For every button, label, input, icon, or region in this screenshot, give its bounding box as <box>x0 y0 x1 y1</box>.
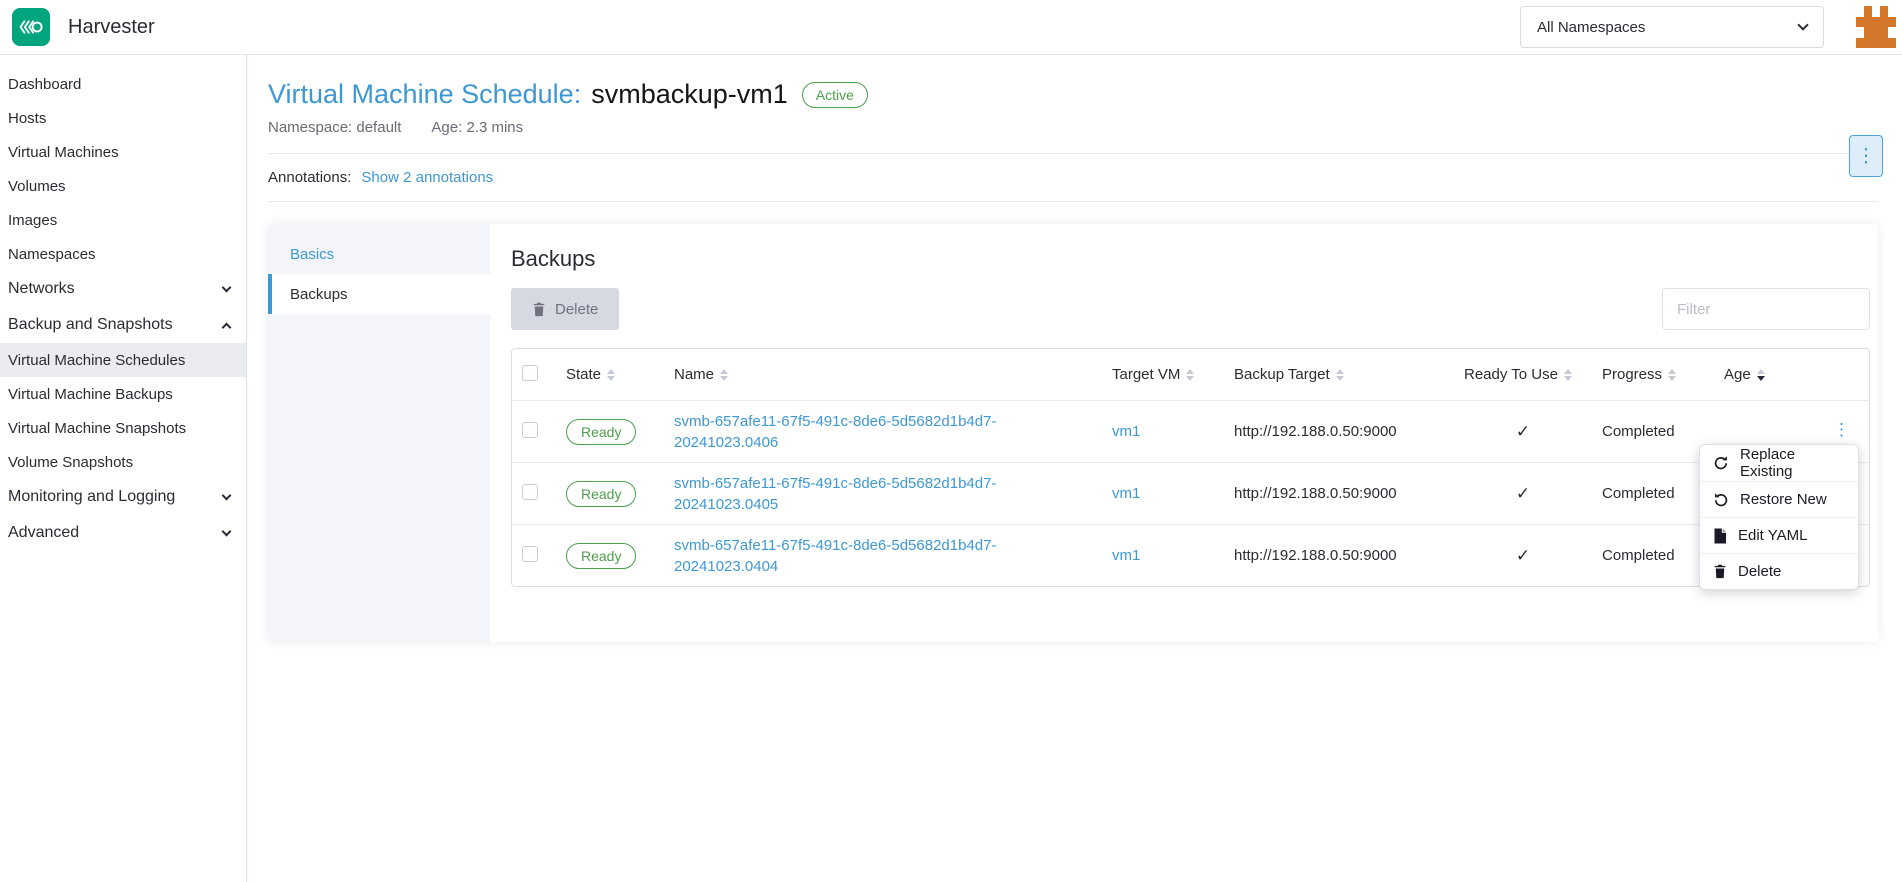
backups-table: State Name Target VM Backup Target Ready… <box>511 348 1870 587</box>
tab-panel-backups: Backups Delete <box>490 224 1878 642</box>
column-header-age[interactable]: Age <box>1714 349 1869 400</box>
delete-button[interactable]: Delete <box>511 288 619 330</box>
row-checkbox[interactable] <box>522 546 538 562</box>
target-vm-link[interactable]: vm1 <box>1112 547 1140 564</box>
tab-strip: Basics Backups <box>268 224 490 642</box>
namespace-selector[interactable]: All Namespaces <box>1520 6 1824 48</box>
main-content: Virtual Machine Schedule: svmbackup-vm1 … <box>247 55 1902 882</box>
restore-icon <box>1713 492 1729 508</box>
sidebar-item-volumes[interactable]: Volumes <box>0 169 246 203</box>
filter-input[interactable] <box>1662 288 1870 330</box>
check-icon: ✓ <box>1516 422 1530 441</box>
sidebar-item-volume-snapshots[interactable]: Volume Snapshots <box>0 445 246 479</box>
row-checkbox[interactable] <box>522 484 538 500</box>
tab-backups[interactable]: Backups <box>268 274 490 314</box>
target-vm-link[interactable]: vm1 <box>1112 423 1140 440</box>
menu-item-delete[interactable]: Delete <box>1700 553 1858 589</box>
sidebar-item-hosts[interactable]: Hosts <box>0 101 246 135</box>
chevron-down-icon <box>222 490 232 500</box>
sort-icon <box>607 369 615 381</box>
kebab-icon: ⋮ <box>1857 145 1876 168</box>
app-title: Harvester <box>68 16 155 39</box>
sidebar: Dashboard Hosts Virtual Machines Volumes… <box>0 55 247 882</box>
menu-item-edit-yaml[interactable]: Edit YAML <box>1700 517 1858 553</box>
progress-value: Completed <box>1602 423 1675 440</box>
sort-icon <box>1336 369 1344 381</box>
trash-icon <box>1713 564 1727 579</box>
column-header-backup-target[interactable]: Backup Target <box>1224 349 1454 400</box>
replace-refresh-icon <box>1713 455 1729 471</box>
divider <box>268 201 1878 202</box>
menu-item-replace-existing[interactable]: Replace Existing <box>1700 445 1858 481</box>
chevron-up-icon <box>222 322 232 332</box>
sort-icon <box>1186 369 1194 381</box>
chevron-down-icon <box>222 526 232 536</box>
backup-name-link[interactable]: svmb-657afe11-67f5-491c-8de6-5d5682d1b4d… <box>674 535 1092 577</box>
page-title: svmbackup-vm1 <box>591 79 788 110</box>
status-badge: Active <box>802 82 868 108</box>
column-header-name[interactable]: Name <box>664 349 1102 400</box>
table-header-row: State Name Target VM Backup Target Ready… <box>512 349 1869 400</box>
check-icon: ✓ <box>1516 546 1530 565</box>
annotations-label: Annotations: <box>268 169 351 186</box>
sidebar-item-dashboard[interactable]: Dashboard <box>0 67 246 101</box>
backup-name-link[interactable]: svmb-657afe11-67f5-491c-8de6-5d5682d1b4d… <box>674 473 1092 515</box>
table-row: Ready svmb-657afe11-67f5-491c-8de6-5d568… <box>512 462 1869 524</box>
backup-target-value: http://192.188.0.50:9000 <box>1234 547 1397 564</box>
sidebar-item-images[interactable]: Images <box>0 203 246 237</box>
file-icon <box>1713 528 1727 544</box>
show-annotations-link[interactable]: Show 2 annotations <box>361 169 493 186</box>
column-header-target-vm[interactable]: Target VM <box>1102 349 1224 400</box>
backup-name-link[interactable]: svmb-657afe11-67f5-491c-8de6-5d5682d1b4d… <box>674 411 1092 453</box>
state-badge: Ready <box>566 543 636 569</box>
column-header-progress[interactable]: Progress <box>1592 349 1714 400</box>
state-badge: Ready <box>566 419 636 445</box>
page-actions-kebab-button[interactable]: ⋮ <box>1849 135 1883 177</box>
sidebar-item-virtual-machine-snapshots[interactable]: Virtual Machine Snapshots <box>0 411 246 445</box>
section-title: Backups <box>511 246 1870 272</box>
sidebar-group-advanced[interactable]: Advanced <box>0 515 246 551</box>
harvester-logo-icon <box>12 8 50 46</box>
check-icon: ✓ <box>1516 484 1530 503</box>
table-row: Ready svmb-657afe11-67f5-491c-8de6-5d568… <box>512 524 1869 586</box>
sort-icon <box>1564 369 1572 381</box>
select-all-checkbox[interactable] <box>522 365 538 381</box>
sidebar-item-virtual-machines[interactable]: Virtual Machines <box>0 135 246 169</box>
target-vm-link[interactable]: vm1 <box>1112 485 1140 502</box>
chevron-down-icon <box>222 282 232 292</box>
progress-value: Completed <box>1602 547 1675 564</box>
backup-target-value: http://192.188.0.50:9000 <box>1234 423 1397 440</box>
table-row: Ready svmb-657afe11-67f5-491c-8de6-5d568… <box>512 400 1869 462</box>
state-badge: Ready <box>566 481 636 507</box>
chevron-down-icon <box>1797 19 1808 30</box>
sort-icon <box>720 369 728 381</box>
column-header-state[interactable]: State <box>556 349 664 400</box>
user-avatar[interactable] <box>1856 6 1896 48</box>
progress-value: Completed <box>1602 485 1675 502</box>
sidebar-group-monitoring-and-logging[interactable]: Monitoring and Logging <box>0 479 246 515</box>
sort-icon <box>1668 369 1676 381</box>
sort-icon-active-desc <box>1757 369 1765 381</box>
age-label: Age: 2.3 mins <box>431 119 523 136</box>
detail-card: Basics Backups Backups Delete <box>268 224 1878 642</box>
top-bar: Harvester All Namespaces <box>0 0 1902 55</box>
tab-basics[interactable]: Basics <box>268 234 490 274</box>
backup-target-value: http://192.188.0.50:9000 <box>1234 485 1397 502</box>
column-header-ready-to-use[interactable]: Ready To Use <box>1454 349 1592 400</box>
sidebar-group-backup-and-snapshots[interactable]: Backup and Snapshots <box>0 307 246 343</box>
sidebar-item-virtual-machine-schedules[interactable]: Virtual Machine Schedules <box>0 343 246 377</box>
sidebar-item-namespaces[interactable]: Namespaces <box>0 237 246 271</box>
namespace-label: Namespace: default <box>268 119 401 136</box>
row-actions-kebab-button[interactable]: ⋮ <box>1833 420 1850 440</box>
menu-item-restore-new[interactable]: Restore New <box>1700 481 1858 517</box>
row-checkbox[interactable] <box>522 422 538 438</box>
trash-icon <box>532 302 546 317</box>
row-actions-context-menu: Replace Existing Restore New Edit YAML D… <box>1699 444 1859 590</box>
sidebar-group-networks[interactable]: Networks <box>0 271 246 307</box>
resource-type-link[interactable]: Virtual Machine Schedule: <box>268 79 581 110</box>
sidebar-item-virtual-machine-backups[interactable]: Virtual Machine Backups <box>0 377 246 411</box>
namespace-selector-value: All Namespaces <box>1537 19 1645 36</box>
